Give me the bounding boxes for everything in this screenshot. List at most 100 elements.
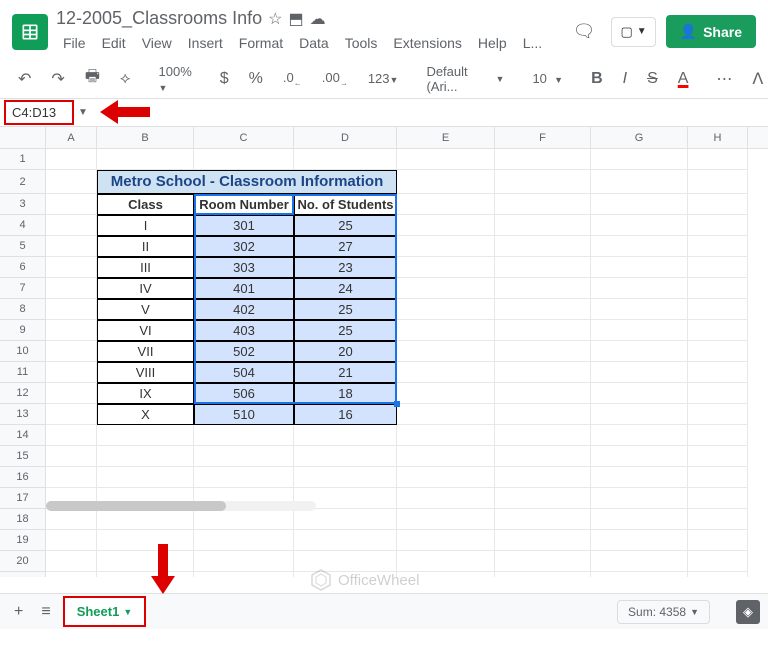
cell[interactable] [46,299,97,320]
cell[interactable] [688,572,748,577]
cell[interactable] [591,404,688,425]
cell[interactable] [294,149,397,170]
cell[interactable] [194,509,294,530]
cell[interactable] [495,572,591,577]
table-cell[interactable]: 302 [194,236,294,257]
table-cell[interactable]: V [97,299,194,320]
cell[interactable] [688,509,748,530]
select-all-corner[interactable] [0,127,46,148]
cell[interactable] [46,467,97,488]
row-header[interactable]: 7 [0,278,46,299]
table-cell[interactable]: I [97,215,194,236]
cell[interactable] [495,467,591,488]
cell[interactable] [46,446,97,467]
cell[interactable] [397,446,495,467]
cell[interactable] [591,341,688,362]
star-icon[interactable]: ☆ [268,9,282,29]
row-header[interactable]: 8 [0,299,46,320]
cell[interactable] [591,488,688,509]
zoom-select[interactable]: 100% ▼ [153,60,198,98]
table-header[interactable]: Room Number [194,194,294,215]
cell[interactable] [397,215,495,236]
row-header[interactable]: 6 [0,257,46,278]
cell[interactable] [397,509,495,530]
table-cell[interactable]: 23 [294,257,397,278]
cell[interactable] [397,170,495,194]
doc-title[interactable]: 12-2005_Classrooms Info [56,8,262,29]
table-cell[interactable]: IX [97,383,194,404]
cell[interactable] [495,257,591,278]
table-cell[interactable]: IV [97,278,194,299]
explore-button[interactable]: ◈ [736,600,760,624]
row-header[interactable]: 16 [0,467,46,488]
cell[interactable] [397,257,495,278]
cell[interactable] [591,362,688,383]
row-header[interactable]: 10 [0,341,46,362]
all-sheets-button[interactable]: ≡ [35,597,56,627]
cell[interactable] [688,488,748,509]
name-box[interactable]: C4:D13 [4,100,74,125]
table-cell[interactable]: 504 [194,362,294,383]
row-header[interactable]: 9 [0,320,46,341]
cell[interactable] [294,530,397,551]
cell[interactable] [397,488,495,509]
cell[interactable] [495,299,591,320]
cell[interactable] [397,530,495,551]
menu-overflow[interactable]: L... [516,31,549,55]
cell[interactable] [495,278,591,299]
row-header[interactable]: 11 [0,362,46,383]
cell[interactable] [294,509,397,530]
cell[interactable] [46,149,97,170]
row-header[interactable]: 21 [0,572,46,577]
formula-input[interactable]: 301 [106,101,768,124]
table-cell[interactable]: 301 [194,215,294,236]
cell[interactable] [495,509,591,530]
sheets-logo[interactable] [12,14,48,50]
row-header[interactable]: 4 [0,215,46,236]
col-header-e[interactable]: E [397,127,495,148]
table-cell[interactable]: 25 [294,320,397,341]
table-cell[interactable]: 25 [294,299,397,320]
cell[interactable] [688,236,748,257]
cell[interactable] [46,194,97,215]
increase-decimal-button[interactable]: .00→ [316,66,354,92]
paint-format-button[interactable]: ⟡ [114,66,137,92]
table-cell[interactable]: 25 [294,215,397,236]
row-header[interactable]: 13 [0,404,46,425]
cell[interactable] [688,530,748,551]
cell[interactable] [591,530,688,551]
cell[interactable] [495,236,591,257]
cell[interactable] [688,362,748,383]
cell[interactable] [294,467,397,488]
present-button[interactable]: ▢ ▼ [611,17,655,47]
cell[interactable] [591,551,688,572]
table-cell[interactable]: VII [97,341,194,362]
cell[interactable] [397,383,495,404]
cell[interactable] [294,446,397,467]
cell[interactable] [46,383,97,404]
cell[interactable] [495,446,591,467]
cell[interactable] [591,446,688,467]
table-cell[interactable]: 16 [294,404,397,425]
cell[interactable] [591,194,688,215]
cell[interactable] [397,341,495,362]
quick-sum-box[interactable]: Sum: 4358 ▼ [617,600,710,624]
cell[interactable] [495,341,591,362]
row-header[interactable]: 17 [0,488,46,509]
cell[interactable] [591,170,688,194]
cell[interactable] [495,215,591,236]
cell[interactable] [97,509,194,530]
cell[interactable] [46,551,97,572]
cell[interactable] [591,278,688,299]
row-header[interactable]: 18 [0,509,46,530]
cell[interactable] [294,425,397,446]
cell[interactable] [397,149,495,170]
table-cell[interactable]: VIII [97,362,194,383]
cell[interactable] [97,446,194,467]
scrollbar-thumb[interactable] [46,501,226,511]
currency-button[interactable]: $ [214,66,235,92]
cell[interactable] [46,404,97,425]
cell[interactable] [591,299,688,320]
bold-button[interactable]: B [585,66,609,92]
cell[interactable] [46,425,97,446]
